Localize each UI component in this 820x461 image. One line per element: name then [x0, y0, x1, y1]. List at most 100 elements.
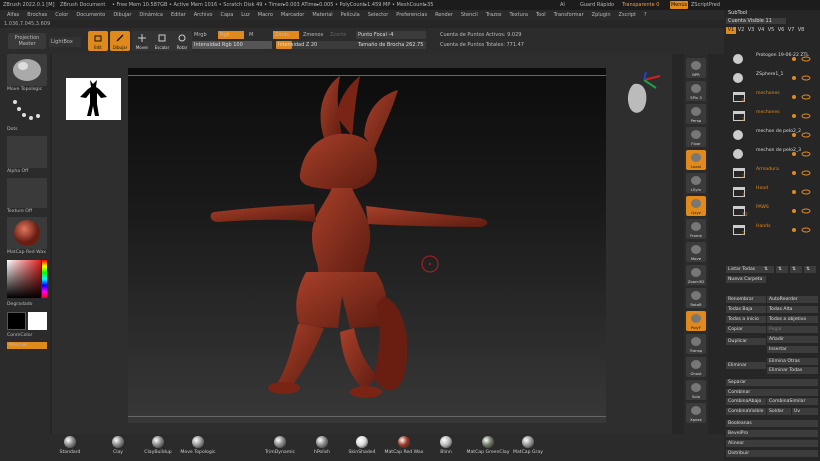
- arrow-down-icon[interactable]: ⇅: [776, 266, 788, 273]
- projection-master-button[interactable]: Projection Master: [8, 33, 46, 49]
- transparent-slider[interactable]: Transparente 0: [622, 0, 667, 10]
- brush-size-slider[interactable]: Tamaño de Brocha 262.75: [356, 41, 426, 49]
- menu-brochas[interactable]: Brochas: [27, 10, 47, 20]
- visible-count-slider[interactable]: Cuenta Visible 11: [726, 18, 786, 24]
- stroke-selector[interactable]: [7, 96, 47, 126]
- eye-icon[interactable]: [790, 189, 812, 195]
- eye-icon[interactable]: [790, 170, 812, 176]
- all-low-button[interactable]: Todas Baja: [726, 306, 766, 313]
- eye-icon[interactable]: [790, 113, 812, 119]
- material-selector[interactable]: [7, 217, 47, 249]
- bottom-shelf-item[interactable]: MatCap Red Wax: [382, 434, 426, 461]
- delete-all-button[interactable]: Eliminar Todas: [767, 367, 818, 374]
- bottom-shelf-item[interactable]: hPolish: [300, 434, 344, 461]
- sort-icon[interactable]: ⇅: [804, 266, 816, 273]
- distribute-button[interactable]: Distribuir: [726, 450, 818, 457]
- visibility-set-v5[interactable]: V5: [766, 27, 776, 34]
- subtool-item[interactable]: mechones 2: [732, 107, 816, 125]
- scale-button[interactable]: Escalar: [152, 31, 172, 51]
- menu-zplugin[interactable]: Zplugin: [592, 10, 611, 20]
- bottom-shelf-item[interactable]: Move Topologic: [176, 434, 220, 461]
- menu-macro[interactable]: Macro: [258, 10, 273, 20]
- visibility-set-v6[interactable]: V6: [776, 27, 786, 34]
- menu-tool[interactable]: Tool: [536, 10, 546, 20]
- bottom-shelf-item[interactable]: TrimDynamic: [258, 434, 302, 461]
- shelf-button-ghost[interactable]: Ghost: [686, 357, 706, 377]
- all-to-target-button[interactable]: Todos a objetivo: [767, 316, 818, 323]
- switch-color-button[interactable]: ConmColor: [0, 333, 50, 338]
- menu-dibujar[interactable]: Dibujar: [113, 10, 131, 20]
- rename-button[interactable]: Renombrar: [726, 296, 766, 303]
- subtool-item[interactable]: mechones 8: [732, 88, 816, 106]
- menu-color[interactable]: Color: [55, 10, 68, 20]
- menu-transformar[interactable]: Transformar: [554, 10, 584, 20]
- menu-marcador[interactable]: Marcador: [281, 10, 304, 20]
- navigator-thumbnail[interactable]: [66, 78, 121, 120]
- shelf-button-spix-3[interactable]: SPix 3: [686, 81, 706, 101]
- shelf-button-floor[interactable]: Floor: [686, 127, 706, 147]
- subtool-item[interactable]: mechon de pelo2_3: [732, 145, 816, 163]
- arrows-icon[interactable]: ⇅: [790, 266, 802, 273]
- bottom-shelf-item[interactable]: Standard: [48, 434, 92, 461]
- rotate-button[interactable]: Rotar: [172, 31, 192, 51]
- 3d-model[interactable]: [128, 76, 606, 416]
- subtool-item[interactable]: Head 7: [732, 183, 816, 201]
- rgb-toggle[interactable]: Rgb: [218, 31, 244, 39]
- m-toggle[interactable]: M: [249, 31, 253, 39]
- edit-button[interactable]: Edit: [88, 31, 108, 51]
- auto-reorder-button[interactable]: AutoReorder: [767, 296, 818, 303]
- merge-similar-button[interactable]: CombinaSimilar: [767, 398, 818, 405]
- mrgb-toggle[interactable]: Mrgb: [194, 31, 207, 39]
- menu-material[interactable]: Material: [312, 10, 332, 20]
- menu-zscript[interactable]: Zscript: [619, 10, 636, 20]
- menus-button[interactable]: Menús: [670, 1, 688, 9]
- weld-button[interactable]: Soldar: [767, 408, 791, 415]
- paste-button[interactable]: Pegar: [767, 326, 818, 333]
- subtool-item[interactable]: ZSphere1_1: [732, 69, 816, 87]
- subtool-item[interactable]: Protogen 19-06-22 ZTL: [732, 50, 816, 68]
- menu-alfas[interactable]: Alfas: [7, 10, 19, 20]
- menu-luz[interactable]: Luz: [241, 10, 250, 20]
- bottom-shelf-item[interactable]: Blinn: [424, 434, 468, 461]
- bottom-shelf-item[interactable]: MatCap GreenClay: [466, 434, 510, 461]
- insert-button[interactable]: Insertar: [767, 346, 818, 353]
- eye-icon[interactable]: [790, 75, 812, 81]
- menu-documento[interactable]: Documento: [76, 10, 105, 20]
- menu-din-mica[interactable]: Dinámica: [139, 10, 163, 20]
- menu-capa[interactable]: Capa: [220, 10, 233, 20]
- visibility-set-v3[interactable]: V3: [746, 27, 756, 34]
- bottom-shelf-item[interactable]: ClayBuildup: [136, 434, 180, 461]
- zcut-toggle[interactable]: Zcorte: [330, 31, 346, 39]
- copy-button[interactable]: Copiar: [726, 326, 766, 333]
- eye-icon[interactable]: [790, 208, 812, 214]
- shelf-button-lsym[interactable]: LSym: [686, 173, 706, 193]
- menu-trazos[interactable]: Trazos: [486, 10, 502, 20]
- alternate-button[interactable]: Alternar: [7, 342, 47, 349]
- arrow-up-icon[interactable]: ⇅: [762, 266, 774, 273]
- shelf-button-move[interactable]: Move: [686, 242, 706, 262]
- draw-button[interactable]: Dibujar: [110, 31, 130, 51]
- visibility-set-v8[interactable]: V8: [796, 27, 806, 34]
- visibility-set-v7[interactable]: V7: [786, 27, 796, 34]
- visibility-set-v4[interactable]: V4: [756, 27, 766, 34]
- orientation-gizmo[interactable]: [620, 70, 668, 130]
- subtool-item[interactable]: mechon de pelo2_2: [732, 126, 816, 144]
- menu-archivo[interactable]: Archivo: [194, 10, 213, 20]
- split-button[interactable]: Separar: [726, 379, 818, 386]
- bottom-shelf-item[interactable]: SkinShade4: [340, 434, 384, 461]
- bottom-shelf-item[interactable]: Clay: [96, 434, 140, 461]
- zsub-toggle[interactable]: Zmenos: [303, 31, 323, 39]
- default-script-button[interactable]: ZScriptPred: [691, 0, 720, 10]
- shelf-button-polyf[interactable]: PolyF: [686, 311, 706, 331]
- add-button[interactable]: Añadir: [767, 336, 818, 343]
- shelf-button-zoom3d[interactable]: Zoom3D: [686, 265, 706, 285]
- merge-button[interactable]: Combinar: [726, 389, 818, 396]
- focal-shift-slider[interactable]: Punto Focal -4: [356, 31, 426, 39]
- shelf-button-bpr[interactable]: BPR: [686, 58, 706, 78]
- menu-pel-cula[interactable]: Película: [341, 10, 360, 20]
- delete-button[interactable]: Eliminar: [726, 362, 766, 369]
- zadd-toggle[interactable]: Zmás: [273, 31, 299, 39]
- subtool-item[interactable]: Armadura 3: [732, 164, 816, 182]
- shelf-button-persp[interactable]: Persp: [686, 104, 706, 124]
- bevelpro-button[interactable]: BevelPro: [726, 430, 818, 437]
